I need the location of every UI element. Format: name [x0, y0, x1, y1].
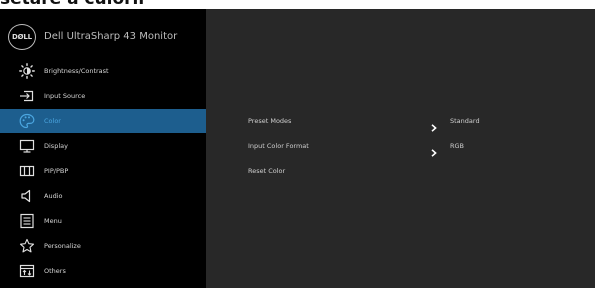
menu-label: Others — [44, 267, 66, 275]
submenu-value: Standard — [450, 117, 480, 125]
menu-item-display[interactable]: Display — [0, 134, 206, 158]
input-source-icon — [19, 88, 35, 104]
menu-label: Color — [44, 117, 61, 125]
submenu-item-input-color-format[interactable]: Input Color Format RGB — [206, 134, 595, 158]
color-palette-icon — [19, 113, 35, 129]
page-heading: setare a culorii — [0, 0, 144, 9]
osd-window: DØLL Dell UltraSharp 43 Monitor Brightne… — [0, 9, 595, 288]
menu-label: Menu — [44, 217, 62, 225]
menu-item-pip-pbp[interactable]: PIP/PBP — [0, 159, 206, 183]
brightness-icon — [19, 63, 35, 79]
menu-item-input-source[interactable]: Input Source — [0, 84, 206, 108]
menu-list-icon — [19, 213, 35, 229]
menu-label: Display — [44, 142, 68, 150]
submenu-item-preset-modes[interactable]: Preset Modes Standard — [206, 109, 595, 133]
menu-label: Input Source — [44, 92, 86, 100]
star-icon — [19, 238, 35, 254]
submenu-label: Preset Modes — [248, 117, 292, 125]
osd-header: DØLL Dell UltraSharp 43 Monitor — [8, 23, 178, 50]
menu-item-audio[interactable]: Audio — [0, 184, 206, 208]
menu-item-personalize[interactable]: Personalize — [0, 234, 206, 258]
menu-item-menu[interactable]: Menu — [0, 209, 206, 233]
menu-item-others[interactable]: Others — [0, 259, 206, 283]
chevron-right-icon — [430, 142, 438, 157]
submenu-value: RGB — [450, 142, 465, 150]
menu-item-color[interactable]: Color — [0, 109, 206, 133]
osd-sidebar: DØLL Dell UltraSharp 43 Monitor Brightne… — [0, 9, 206, 288]
monitor-title: Dell UltraSharp 43 Monitor — [44, 31, 178, 42]
submenu-label: Reset Color — [248, 167, 286, 175]
submenu-item-reset-color[interactable]: Reset Color — [206, 159, 595, 183]
menu-label: Brightness/Contrast — [44, 67, 109, 75]
others-icon — [19, 263, 35, 279]
submenu-label: Input Color Format — [248, 142, 309, 150]
menu-label: Personalize — [44, 242, 81, 250]
pip-pbp-icon — [19, 163, 35, 179]
chevron-right-icon — [430, 117, 438, 132]
speaker-icon — [19, 188, 35, 204]
dell-logo: DØLL — [8, 23, 36, 50]
menu-item-brightness-contrast[interactable]: Brightness/Contrast — [0, 59, 206, 83]
menu-label: PIP/PBP — [44, 167, 69, 175]
display-icon — [19, 138, 35, 154]
menu-label: Audio — [44, 192, 63, 200]
